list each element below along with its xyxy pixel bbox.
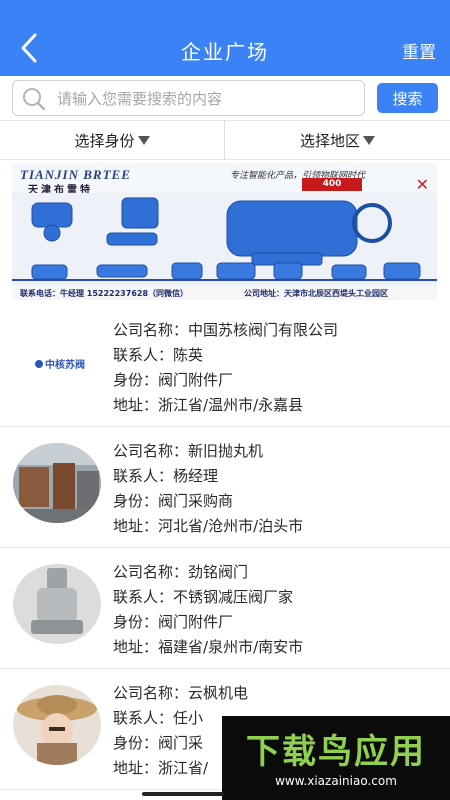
home-indicator[interactable] <box>142 792 224 796</box>
avatar <box>13 443 101 523</box>
address-value: 河北省/沧州市/泊头市 <box>158 517 304 535</box>
address-line: 地址：福建省/泉州市/南安市 <box>113 635 303 660</box>
app-screen: 企业广场 重置 搜索 选择身份 选择地区 TIANJIN BRTEE 天津布雷特… <box>0 0 450 800</box>
identity-label: 身份： <box>113 613 159 631</box>
page-title: 企业广场 <box>181 40 269 64</box>
contact-label: 联系人： <box>113 467 174 485</box>
region-filter-dropdown[interactable]: 选择地区 <box>225 121 450 159</box>
identity-value: 阀门附件厂 <box>158 613 234 631</box>
banner-address: 公司地址：天津市北辰区西堤头工业园区 <box>244 289 388 298</box>
watermark-url: www.xiazainiao.com <box>275 774 397 788</box>
banner-ad[interactable]: TIANJIN BRTEE 天津布雷特 专注智能化产品，引领物联网时代 400 … <box>12 163 437 300</box>
company-name: 劲铭阀门 <box>188 563 249 581</box>
company-name-line: 公司名称：劲铭阀门 <box>113 560 303 585</box>
svg-text:中核苏阀: 中核苏阀 <box>45 358 85 371</box>
contact-line: 联系人：陈英 <box>113 343 338 368</box>
company-info: 公司名称：中国苏核阀门有限公司 联系人：陈英 身份：阀门附件厂 地址：浙江省/温… <box>113 318 338 418</box>
identity-line: 身份：阀门附件厂 <box>113 610 303 635</box>
address-label: 地址： <box>113 638 159 656</box>
company-name: 云枫机电 <box>188 684 249 702</box>
caret-down-icon <box>137 135 150 145</box>
filter-bar: 选择身份 选择地区 <box>0 120 450 160</box>
identity-label: 身份： <box>113 492 159 510</box>
search-field[interactable] <box>12 80 365 116</box>
reset-button[interactable]: 重置 <box>402 38 436 63</box>
address-value: 浙江省/温州市/永嘉县 <box>158 396 304 414</box>
address-value: 浙江省/ <box>158 759 209 777</box>
contact-line: 联系人：不锈钢减压阀厂家 <box>113 585 303 610</box>
list-item[interactable]: 中核苏阀 公司名称：中国苏核阀门有限公司 联系人：陈英 身份：阀门附件厂 地址：… <box>0 306 450 427</box>
address-label: 地址： <box>113 517 159 535</box>
search-button[interactable]: 搜索 <box>377 83 438 113</box>
identity-line: 身份：阀门附件厂 <box>113 368 338 393</box>
company-name-label: 公司名称： <box>113 321 189 339</box>
address-label: 地址： <box>113 396 159 414</box>
contact-name: 陈英 <box>173 346 204 364</box>
contact-label: 联系人： <box>113 709 174 727</box>
company-name-label: 公司名称： <box>113 684 189 702</box>
actuator-product-images <box>12 193 437 285</box>
address-line: 地址：浙江省/温州市/永嘉县 <box>113 393 338 418</box>
close-icon[interactable]: ✕ <box>416 175 429 194</box>
top-nav-bar: 企业广场 重置 <box>0 0 450 76</box>
contact-name: 杨经理 <box>173 467 219 485</box>
avatar <box>13 564 101 644</box>
banner-badge: 400 <box>302 178 362 191</box>
identity-label: 身份： <box>113 734 159 752</box>
contact-name: 不锈钢减压阀厂家 <box>173 588 294 606</box>
contact-label: 联系人： <box>113 588 174 606</box>
avatar <box>13 685 101 765</box>
company-name-label: 公司名称： <box>113 563 189 581</box>
identity-value: 阀门采 <box>158 734 204 752</box>
contact-label: 联系人： <box>113 346 174 364</box>
address-line: 地址：河北省/沧州市/泊头市 <box>113 514 303 539</box>
identity-filter-dropdown[interactable]: 选择身份 <box>0 121 225 159</box>
company-info: 公司名称：新旧抛丸机 联系人：杨经理 身份：阀门采购商 地址：河北省/沧州市/泊… <box>113 439 303 539</box>
company-name: 新旧抛丸机 <box>188 442 264 460</box>
watermark-overlay: 下载鸟应用 www.xiazainiao.com <box>222 716 450 800</box>
company-name-label: 公司名称： <box>113 442 189 460</box>
identity-value: 阀门采购商 <box>158 492 234 510</box>
avatar: 中核苏阀 <box>13 322 101 402</box>
company-info: 公司名称：劲铭阀门 联系人：不锈钢减压阀厂家 身份：阀门附件厂 地址：福建省/泉… <box>113 560 303 660</box>
search-icon <box>23 88 46 111</box>
identity-value: 阀门附件厂 <box>158 371 234 389</box>
address-label: 地址： <box>113 759 159 777</box>
company-name-line: 公司名称：中国苏核阀门有限公司 <box>113 318 338 343</box>
contact-name: 任小 <box>173 709 204 727</box>
caret-down-icon <box>363 135 375 145</box>
company-name-line: 公司名称：云枫机电 <box>113 681 248 706</box>
address-value: 福建省/泉州市/南安市 <box>158 638 304 656</box>
identity-filter-label: 选择身份 <box>74 131 135 150</box>
banner-contact: 联系电话：牛经理 15222237628（同微信） <box>20 289 189 298</box>
identity-line: 身份：阀门采购商 <box>113 489 303 514</box>
watermark-logo: 下载鸟应用 <box>246 732 426 772</box>
list-item[interactable]: 公司名称：新旧抛丸机 联系人：杨经理 身份：阀门采购商 地址：河北省/沧州市/泊… <box>0 427 450 548</box>
region-filter-label: 选择地区 <box>299 131 360 150</box>
company-name-line: 公司名称：新旧抛丸机 <box>113 439 303 464</box>
contact-line: 联系人：杨经理 <box>113 464 303 489</box>
banner-footer: 联系电话：牛经理 15222237628（同微信） 公司地址：天津市北辰区西堤头… <box>12 287 437 300</box>
company-name: 中国苏核阀门有限公司 <box>188 321 339 339</box>
search-input[interactable] <box>57 85 357 113</box>
list-item[interactable]: 公司名称：劲铭阀门 联系人：不锈钢减压阀厂家 身份：阀门附件厂 地址：福建省/泉… <box>0 548 450 669</box>
identity-label: 身份： <box>113 371 159 389</box>
search-bar: 搜索 <box>0 76 450 120</box>
